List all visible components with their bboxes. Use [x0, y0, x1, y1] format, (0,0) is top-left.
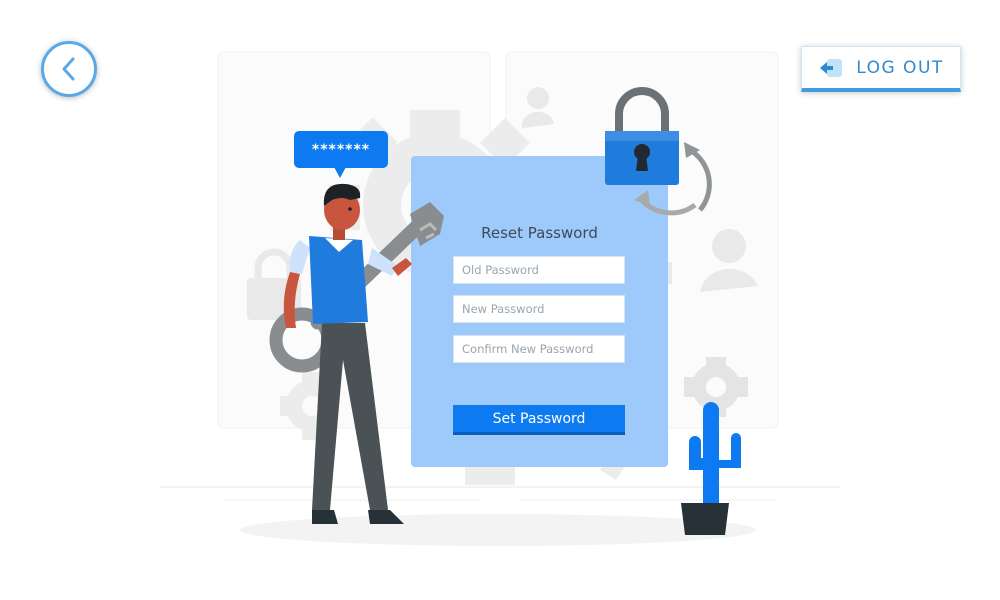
old-password-input[interactable]: [453, 256, 625, 284]
form-title: Reset Password: [481, 224, 598, 242]
new-password-input[interactable]: [453, 295, 625, 323]
set-password-button[interactable]: Set Password: [453, 405, 625, 435]
confirm-password-input[interactable]: [453, 335, 625, 363]
logout-door-icon: [820, 58, 843, 77]
password-speech-bubble: *******: [294, 131, 388, 168]
logout-button[interactable]: LOG OUT: [801, 46, 961, 92]
masked-password-text: *******: [311, 141, 371, 158]
reset-password-card: Reset Password Set Password: [411, 156, 668, 467]
back-button[interactable]: [41, 41, 97, 97]
logout-label: LOG OUT: [856, 57, 944, 78]
ground-shadow: [240, 514, 756, 546]
chevron-left-icon: [62, 57, 75, 81]
